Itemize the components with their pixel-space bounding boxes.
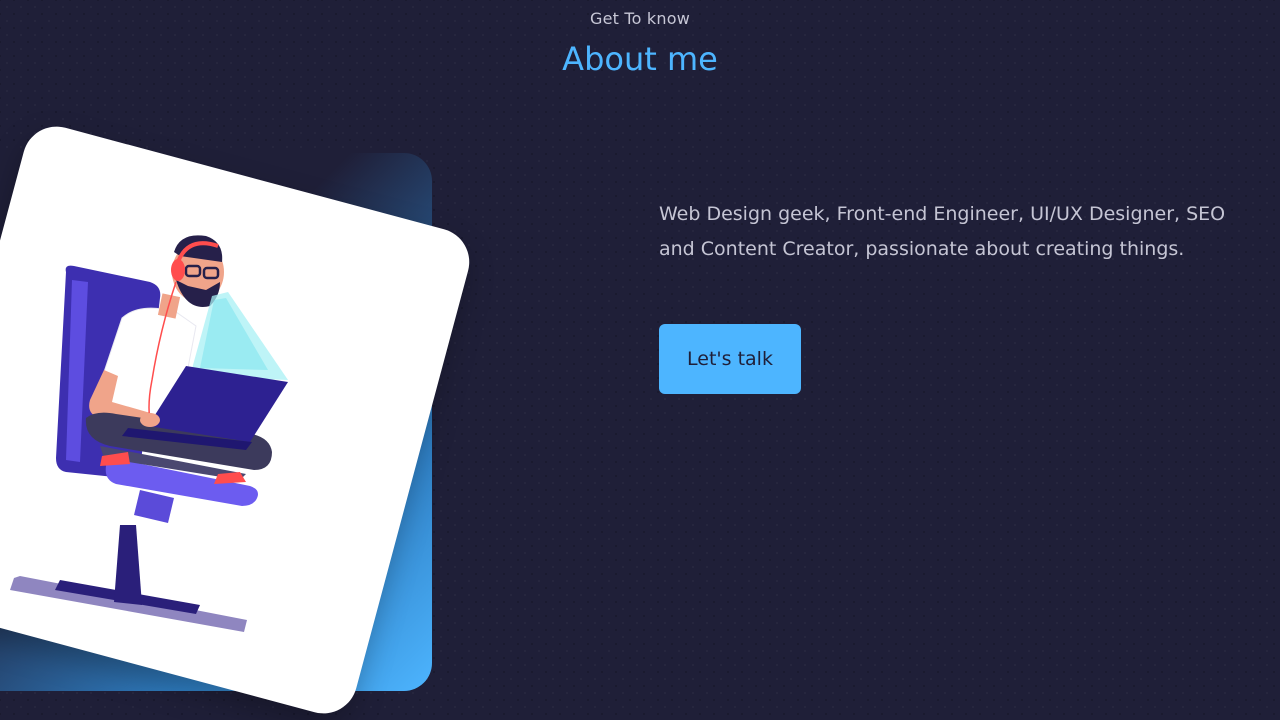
developer-illustration [10, 235, 288, 632]
chair-column [134, 490, 174, 523]
hand [140, 413, 160, 427]
chair-stem [114, 525, 142, 605]
about-description: Web Design geek, Front-end Engineer, UI/… [659, 197, 1280, 267]
lets-talk-button[interactable]: Let's talk [659, 324, 801, 394]
about-description-line-2: and Content Creator, passionate about cr… [659, 238, 1185, 260]
about-description-line-1: Web Design geek, Front-end Engineer, UI/… [659, 203, 1226, 225]
headphones-ear [171, 259, 185, 281]
